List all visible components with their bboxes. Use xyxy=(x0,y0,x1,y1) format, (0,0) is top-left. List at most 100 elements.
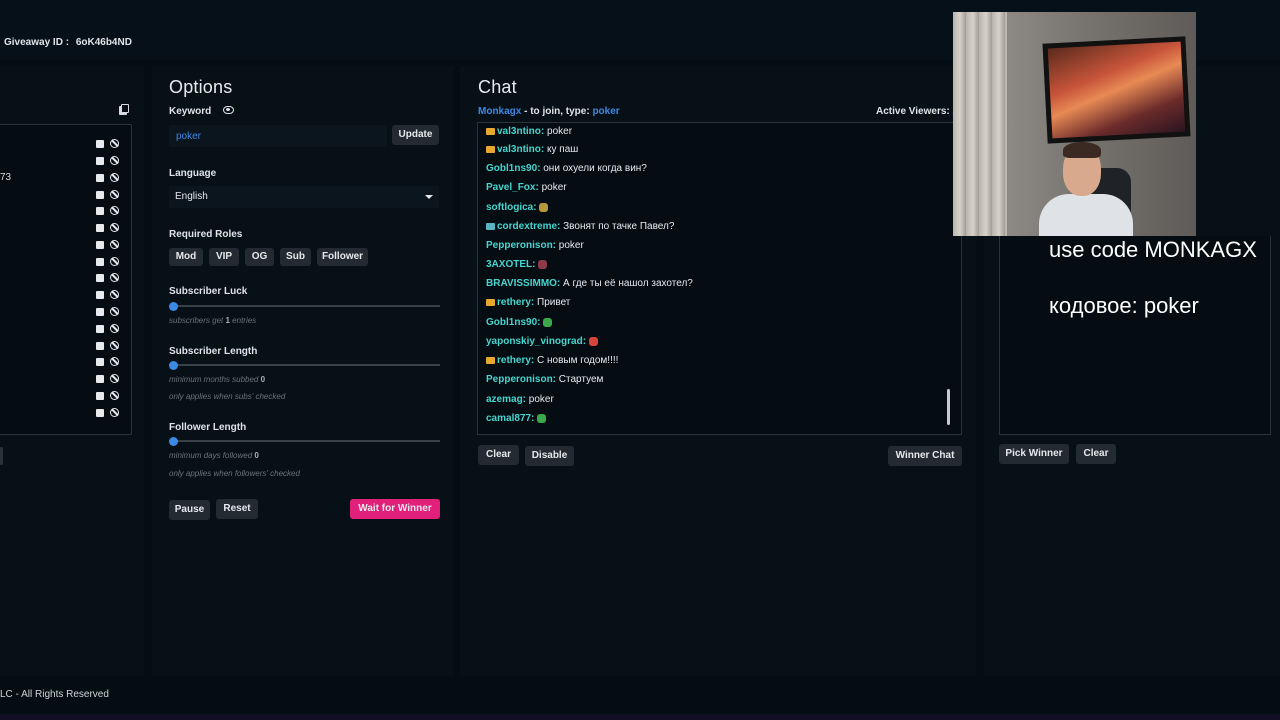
footer-copyright: LC - All Rights Reserved xyxy=(0,689,109,700)
subscriber-luck-label: Subscriber Luck xyxy=(169,286,248,297)
options-title: Options xyxy=(169,77,233,97)
entry-row-actions xyxy=(96,272,124,284)
required-roles-label: Required Roles xyxy=(169,229,243,240)
ban-icon[interactable] xyxy=(110,374,119,383)
stop-square-icon[interactable] xyxy=(96,325,104,333)
stop-square-icon[interactable] xyxy=(96,224,104,232)
stop-square-icon[interactable] xyxy=(96,308,104,316)
ban-icon[interactable] xyxy=(110,223,119,232)
bottom-strip xyxy=(0,714,1280,720)
slider-thumb[interactable] xyxy=(169,360,178,370)
ban-icon[interactable] xyxy=(110,357,119,366)
stop-square-icon[interactable] xyxy=(96,375,104,383)
entry-row-actions xyxy=(96,390,124,402)
chat-message: rethery: Привет xyxy=(486,297,570,308)
ban-icon[interactable] xyxy=(110,257,119,266)
chat-message: Gobl1ns90: xyxy=(486,317,553,328)
entry-row-actions xyxy=(96,289,124,301)
ban-icon[interactable] xyxy=(110,156,119,165)
pick-winner-button[interactable]: Pick Winner xyxy=(999,444,1069,464)
emote-icon xyxy=(539,202,549,212)
left-button-stub[interactable] xyxy=(0,447,3,465)
entry-row-actions xyxy=(96,172,124,184)
pause-button[interactable]: Pause xyxy=(169,500,210,520)
chat-message: val3ntino: poker xyxy=(486,126,572,137)
badge-icon xyxy=(486,356,495,364)
ban-icon[interactable] xyxy=(110,391,119,400)
ban-icon[interactable] xyxy=(110,173,119,182)
eye-icon[interactable] xyxy=(223,106,234,114)
role-sub-button[interactable]: Sub xyxy=(280,248,311,266)
entry-row-actions xyxy=(96,356,124,368)
ban-icon[interactable] xyxy=(110,273,119,282)
stop-square-icon[interactable] xyxy=(96,358,104,366)
ban-icon[interactable] xyxy=(110,139,119,148)
chat-messages[interactable]: val3ntino: poker val3ntino: ку паш Gobl1… xyxy=(477,122,962,435)
stop-square-icon[interactable] xyxy=(96,207,104,215)
wait-for-winner-button[interactable]: Wait for Winner xyxy=(350,499,440,519)
entry-row-actions xyxy=(96,407,124,419)
slider-thumb[interactable] xyxy=(169,301,178,311)
follower-length-note: only applies when followers' checked xyxy=(169,469,300,478)
language-label: Language xyxy=(169,168,217,179)
entry-row-actions xyxy=(96,373,124,385)
chat-message: Pepperonison: poker xyxy=(486,240,584,251)
role-og-button[interactable]: OG xyxy=(245,248,274,266)
chat-message: Gobl1ns90: они охуели когда вин? xyxy=(486,163,647,174)
role-follower-button[interactable]: Follower xyxy=(317,248,368,266)
giveaway-id-label: Giveaway ID : xyxy=(4,37,70,48)
join-keyword: poker xyxy=(592,106,620,117)
entry-row-actions xyxy=(96,323,124,335)
chat-message: cordextreme: Звонят по тачке Павел? xyxy=(486,221,674,232)
stop-square-icon[interactable] xyxy=(96,392,104,400)
winner-clear-button[interactable]: Clear xyxy=(1076,444,1116,464)
entry-row-actions xyxy=(96,205,124,217)
keyword-input[interactable] xyxy=(169,125,387,147)
follower-length-label: Follower Length xyxy=(169,422,247,433)
follower-length-hint: minimum days followed 0 xyxy=(169,451,259,460)
ban-icon[interactable] xyxy=(110,341,119,350)
ban-icon[interactable] xyxy=(110,206,119,215)
stop-square-icon[interactable] xyxy=(96,258,104,266)
stop-square-icon[interactable] xyxy=(96,291,104,299)
reset-button[interactable]: Reset xyxy=(216,499,258,519)
giveaway-id: Giveaway ID : 6oK46b4ND xyxy=(4,37,132,48)
chat-disable-button[interactable]: Disable xyxy=(525,446,574,466)
subscriber-length-note: only applies when subs' checked xyxy=(169,392,286,401)
stop-square-icon[interactable] xyxy=(96,157,104,165)
role-vip-button[interactable]: VIP xyxy=(209,248,239,266)
slider-thumb[interactable] xyxy=(169,436,178,446)
webcam-overlay xyxy=(953,12,1196,236)
subscriber-luck-slider[interactable] xyxy=(169,301,440,311)
follower-length-slider[interactable] xyxy=(169,436,440,446)
ban-icon[interactable] xyxy=(110,190,119,199)
language-select[interactable]: English xyxy=(169,186,439,208)
update-button[interactable]: Update xyxy=(392,125,439,145)
channel-name[interactable]: Monkagx xyxy=(478,106,521,117)
copy-icon[interactable] xyxy=(119,104,129,115)
ban-icon[interactable] xyxy=(110,324,119,333)
stop-square-icon[interactable] xyxy=(96,174,104,182)
stop-square-icon[interactable] xyxy=(96,191,104,199)
caret-down-icon xyxy=(425,195,433,199)
stop-square-icon[interactable] xyxy=(96,241,104,249)
ban-icon[interactable] xyxy=(110,290,119,299)
chat-scrollbar[interactable] xyxy=(947,389,950,425)
stop-square-icon[interactable] xyxy=(96,409,104,417)
chat-message: softlogica: xyxy=(486,202,549,213)
ban-icon[interactable] xyxy=(110,307,119,316)
stop-square-icon[interactable] xyxy=(96,140,104,148)
emote-icon xyxy=(543,317,553,327)
chat-message: camal877: xyxy=(486,413,547,424)
winner-chat-button[interactable]: Winner Chat xyxy=(888,446,962,466)
subscriber-length-slider[interactable] xyxy=(169,360,440,370)
overlay-code-text: use code MONKAGX xyxy=(1049,237,1257,262)
stop-square-icon[interactable] xyxy=(96,274,104,282)
ban-icon[interactable] xyxy=(110,408,119,417)
role-mod-button[interactable]: Mod xyxy=(169,248,203,266)
ban-icon[interactable] xyxy=(110,240,119,249)
language-value: English xyxy=(175,191,208,202)
giveaway-id-value: 6oK46b4ND xyxy=(75,37,132,48)
stop-square-icon[interactable] xyxy=(96,342,104,350)
chat-clear-button[interactable]: Clear xyxy=(478,445,519,465)
